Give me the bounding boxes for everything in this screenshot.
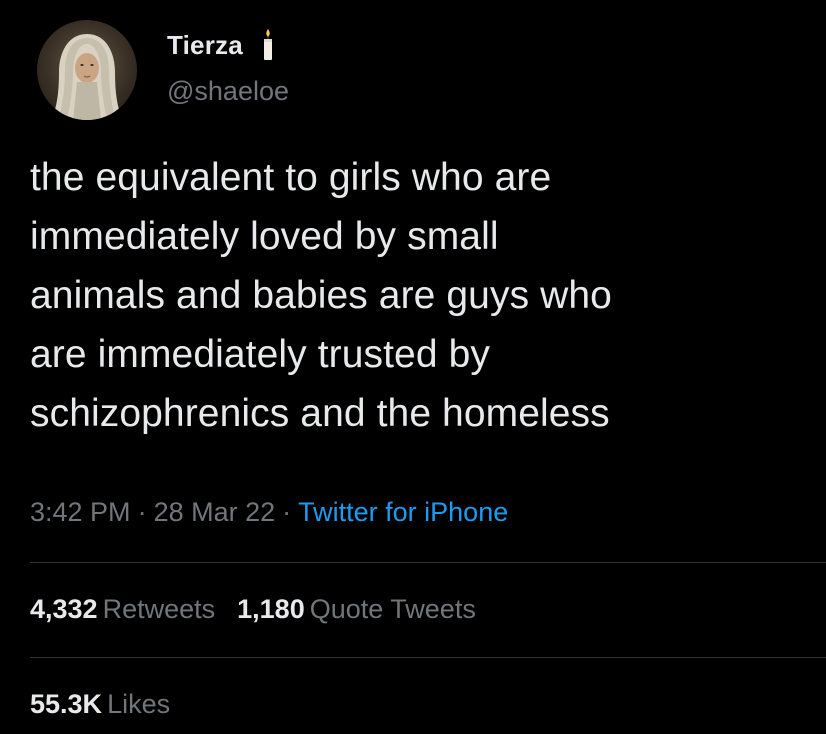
tweet-header: Tierza @shaeloe bbox=[37, 20, 289, 120]
display-name[interactable]: Tierza bbox=[167, 30, 243, 61]
retweets-label: Retweets bbox=[102, 594, 216, 624]
user-handle[interactable]: @shaeloe bbox=[167, 76, 289, 107]
likes-count: 55.3K bbox=[30, 689, 103, 719]
retweets-stat[interactable]: 4,332 Retweets bbox=[30, 594, 215, 624]
tweet-time[interactable]: 3:42 PM bbox=[30, 497, 131, 527]
share-stats-row: 4,332 Retweets 1,180 Quote Tweets bbox=[30, 594, 476, 625]
meta-separator: · bbox=[137, 497, 147, 527]
candle-icon bbox=[261, 28, 275, 62]
likes-stat[interactable]: 55.3K Likes bbox=[30, 689, 170, 719]
tweet-metadata: 3:42 PM · 28 Mar 22 · Twitter for iPhone bbox=[30, 497, 508, 528]
avatar[interactable] bbox=[37, 20, 137, 120]
likes-label: Likes bbox=[107, 689, 171, 719]
user-names: Tierza @shaeloe bbox=[167, 28, 289, 107]
avatar-portrait-image bbox=[51, 34, 123, 120]
tweet-card: Tierza @shaeloe the equivalent to girls … bbox=[0, 0, 826, 734]
quote-tweets-label: Quote Tweets bbox=[309, 594, 476, 624]
tweet-source-link[interactable]: Twitter for iPhone bbox=[298, 497, 508, 527]
likes-stats-row: 55.3K Likes bbox=[30, 689, 170, 720]
divider bbox=[30, 657, 826, 658]
quote-tweets-stat[interactable]: 1,180 Quote Tweets bbox=[237, 594, 476, 624]
tweet-text: the equivalent to girls who are immediat… bbox=[30, 156, 612, 435]
quote-tweets-count: 1,180 bbox=[237, 594, 305, 624]
tweet-date[interactable]: 28 Mar 22 bbox=[154, 497, 276, 527]
divider bbox=[30, 562, 826, 563]
display-name-row: Tierza bbox=[167, 28, 289, 62]
retweets-count: 4,332 bbox=[30, 594, 98, 624]
meta-separator: · bbox=[282, 497, 292, 527]
